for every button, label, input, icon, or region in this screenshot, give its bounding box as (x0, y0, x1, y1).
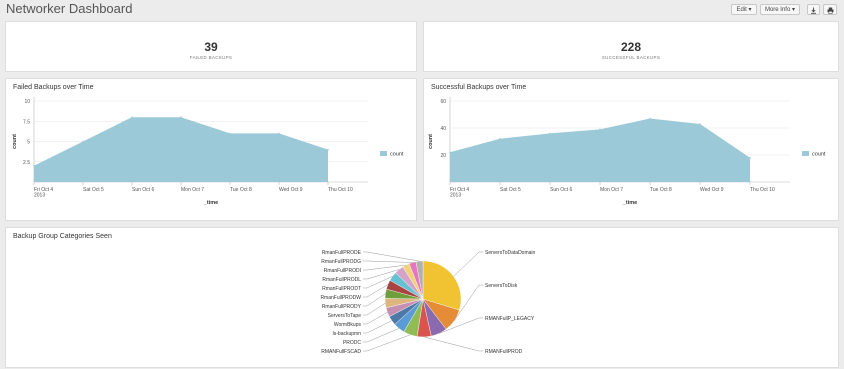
pie-slice-label: ServersToTape (328, 313, 362, 319)
x-tick-label: Sun Oct 6 (132, 187, 154, 193)
x-tick-label: Sun Oct 6 (550, 187, 572, 193)
download-button[interactable] (807, 4, 820, 15)
pie-slice-label: ls-backupmn (333, 331, 362, 337)
edit-button[interactable]: Edit ▾ (731, 4, 757, 15)
data-point (649, 117, 651, 120)
data-point (180, 116, 182, 118)
successful-backups-chart-panel: Successful Backups over Time 20 40 60 Fri O… (423, 78, 839, 221)
pie-label-leader (363, 312, 388, 325)
dashboard-title: Networker Dashboard (6, 1, 133, 16)
failed-backups-chart-panel: Failed Backups over Time 2.5 5 7.5 10 Fri Oc… (5, 78, 417, 221)
x-axis-label: _time (203, 200, 218, 206)
pie-slice-label: RMANFullP_LEGACY (485, 316, 535, 322)
pie-label-leader (363, 260, 413, 263)
pie-slice-label: PRODC (343, 340, 361, 346)
pie-slice-label: RmanFullPRODL (322, 277, 361, 283)
pie-slice-label: RMANFullPROD (485, 349, 523, 355)
legend-label: count (390, 152, 404, 158)
legend-swatch (380, 151, 387, 156)
x-tick-label: Sat Oct 5 (500, 187, 521, 193)
edit-label: Edit (736, 7, 747, 13)
y-tick-label: 10 (24, 99, 30, 105)
backup-group-categories-panel: Backup Group Categories Seen ServersToDa… (5, 227, 839, 368)
area-series-count (34, 117, 328, 182)
data-point (749, 156, 751, 159)
pie-label-leader (363, 328, 400, 343)
data-point (327, 148, 329, 151)
pie-slice-label: ServersToDataDomain (485, 250, 536, 256)
dashboard-header: Networker Dashboard Edit ▾ More Info ▾ (0, 0, 844, 18)
data-point (549, 132, 551, 135)
data-point (33, 165, 35, 167)
x-tick-label: Tue Oct 8 (650, 187, 672, 193)
pie-slice-label: RmanFullPRODT (322, 286, 361, 292)
x-tick-label: Thu Oct 10 (750, 187, 775, 193)
pie-label-leader (363, 320, 392, 334)
pie-slice-label: RmanFullPRODW (320, 295, 361, 301)
pie-slice-label: ServersToDisk (485, 283, 518, 289)
data-point (229, 132, 231, 135)
y-tick-label: 7.5 (23, 119, 30, 125)
x-tick-label: Mon Oct 7 (600, 187, 623, 193)
successful-backups-panel: 228 SUCCESSFUL BACKUPS (423, 21, 839, 72)
y-tick-label: 5 (27, 140, 30, 146)
failed-backups-label: FAILED BACKUPS (189, 55, 233, 60)
more-info-label: More Info (764, 7, 791, 13)
pie-label-leader (424, 336, 483, 352)
chevron-down-icon: ▾ (748, 7, 752, 13)
pie-label-leader (363, 334, 411, 352)
y-tick-label: 40 (440, 126, 446, 132)
pie-slice-label: RmanFullPRODY (322, 304, 362, 310)
download-icon (811, 7, 816, 14)
pie-slice-label: WormBkups (334, 322, 362, 328)
pie-slice-label: RmanFullPRODE (322, 250, 362, 256)
print-button[interactable] (823, 4, 837, 15)
data-point (278, 132, 280, 135)
y-tick-label: 20 (440, 153, 446, 159)
pie-slice-label: RmanFullPRODI (324, 268, 361, 274)
x-axis-label: _time (622, 200, 637, 206)
y-tick-label: 60 (440, 99, 446, 105)
successful-backups-area-chart: 20 40 60 Fri Oct 4 2013 Sat Oct 5 Sun Oct 6 Mon… (428, 97, 826, 206)
y-tick-label: 2.5 (23, 160, 30, 166)
x-tick-label: Tue Oct 8 (230, 187, 252, 193)
x-tick-label: Fri Oct 4 2013 (450, 187, 469, 199)
more-info-button[interactable]: More Info ▾ (760, 4, 800, 15)
x-tick-label: Wed Oct 9 (700, 187, 724, 193)
successful-backups-label: SUCCESSFUL BACKUPS (601, 55, 661, 60)
data-point (599, 128, 601, 131)
chevron-down-icon: ▾ (792, 7, 796, 13)
data-point (699, 123, 701, 125)
pie-slice-label: RMANFullFSCAD (321, 349, 361, 355)
y-axis-label: count (12, 134, 18, 149)
backup-group-pie-chart: ServersToDataDomain ServersToDisk RMANFull… (320, 250, 536, 355)
legend-swatch (802, 151, 809, 156)
x-tick-label: Wed Oct 9 (279, 187, 303, 193)
print-icon (827, 7, 833, 14)
pie-label-leader (363, 251, 420, 262)
x-tick-label: Thu Oct 10 (328, 187, 353, 193)
data-point (449, 151, 451, 154)
failed-backups-value: 39 (204, 40, 218, 54)
x-tick-label: Mon Oct 7 (181, 187, 204, 193)
pie-label-leader (363, 302, 386, 316)
data-point (499, 138, 501, 140)
x-tick-label: Fri Oct 4 2013 (34, 187, 53, 199)
failed-backups-panel: 39 FAILED BACKUPS (5, 21, 417, 72)
pie-label-leader (453, 251, 483, 277)
pie-label-leader (363, 284, 388, 298)
legend-label: count (812, 152, 826, 158)
pie-slice-label: RmanFullPRODG (321, 259, 361, 265)
data-point (82, 140, 84, 143)
pie-label-leader (363, 293, 386, 307)
failed-backups-area-chart: 2.5 5 7.5 10 Fri Oct 4 2013 Sat Oct 5 Sun Oct 6… (12, 97, 404, 206)
y-axis-label: count (428, 134, 434, 149)
successful-backups-value: 228 (620, 40, 642, 54)
x-tick-label: Sat Oct 5 (83, 187, 104, 193)
data-point (131, 116, 133, 118)
